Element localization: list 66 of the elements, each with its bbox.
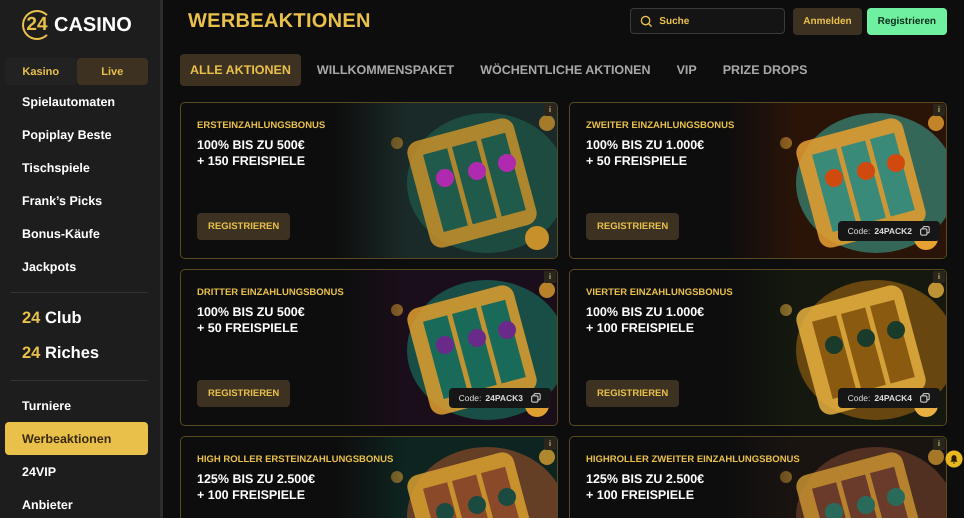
- filter-tab[interactable]: VIP: [666, 54, 707, 86]
- copy-icon[interactable]: [920, 393, 930, 403]
- login-button[interactable]: Anmelden: [793, 8, 862, 34]
- filter-tab[interactable]: WILLKOMMENSPAKET: [306, 54, 464, 86]
- mode-tab[interactable]: Kasino: [5, 58, 76, 85]
- nav-item[interactable]: Popiplay Beste: [5, 118, 148, 151]
- nav-item[interactable]: Bonus-Käufe: [5, 217, 148, 250]
- promo-title: HIGH ROLLER ERSTEINZAHLUNGSBONUS: [197, 454, 394, 465]
- filter-tab[interactable]: ALLE AKTIONEN: [180, 54, 301, 86]
- logo[interactable]: 24 CASINO: [22, 10, 160, 40]
- code-tag[interactable]: Code: 24PACK4: [838, 388, 940, 408]
- promo-offer: 125% BIS ZU 2.500€: [586, 471, 706, 487]
- promo-offer: + 50 FREISPIELE: [197, 320, 300, 336]
- code-label: Code:: [458, 393, 482, 403]
- search-icon: [640, 15, 654, 28]
- promo-offer: + 100 FREISPIELE: [197, 487, 306, 503]
- copy-icon[interactable]: [531, 393, 541, 403]
- promo-code: 24PACK2: [874, 226, 912, 236]
- info-badge[interactable]: i: [544, 438, 556, 450]
- promo-title: ZWEITER EINZAHLUNGSBONUS: [586, 120, 736, 131]
- info-badge[interactable]: i: [933, 438, 945, 450]
- promo-offer: 100% BIS ZU 500€: [197, 137, 306, 153]
- promo-offer: + 100 FREISPIELE: [586, 487, 696, 503]
- nav-item[interactable]: Frank’s Picks: [5, 184, 148, 217]
- mode-tab[interactable]: Live: [76, 58, 148, 85]
- nav-item[interactable]: Werbeaktionen: [5, 422, 148, 455]
- nav-item[interactable]: Spielautomaten: [5, 85, 148, 118]
- bell-icon[interactable]: [945, 450, 963, 468]
- code-label: Code:: [848, 226, 870, 236]
- nav-item[interactable]: 24VIP: [5, 455, 148, 488]
- promo-offer: 100% BIS ZU 500€: [197, 304, 306, 320]
- register-button[interactable]: Registrieren: [866, 8, 947, 34]
- filter-tab[interactable]: PRIZE DROPS: [712, 54, 818, 86]
- promo-title: VIERTER EINZAHLUNGSBONUS: [586, 287, 734, 298]
- info-badge[interactable]: i: [933, 104, 945, 116]
- promo-offer: + 150 FREISPIELE: [197, 153, 306, 169]
- info-badge[interactable]: i: [544, 271, 556, 283]
- register-button[interactable]: REGISTRIEREN: [586, 380, 680, 407]
- promo-offer: 100% BIS ZU 1.000€: [586, 304, 706, 320]
- club-link[interactable]: 24 Club: [0, 301, 160, 336]
- copy-icon[interactable]: [920, 226, 930, 236]
- nav-item[interactable]: Tischspiele: [5, 151, 148, 184]
- register-button[interactable]: REGISTRIEREN: [197, 213, 290, 240]
- register-button[interactable]: REGISTRIEREN: [197, 380, 290, 407]
- promo-title: HIGHROLLER ZWEITER EINZAHLUNGSBONUS: [586, 454, 801, 465]
- promo-title: DRITTER EINZAHLUNGSBONUS: [197, 287, 345, 298]
- page-title: WERBEAKTIONEN: [188, 10, 372, 32]
- code-tag[interactable]: Code: 24PACK2: [838, 221, 940, 241]
- promo-offer: + 100 FREISPIELE: [586, 320, 696, 336]
- promo-code: 24PACK3: [485, 393, 523, 403]
- nav-item[interactable]: Jackpots: [5, 250, 148, 283]
- code-tag[interactable]: Code: 24PACK3: [448, 388, 551, 408]
- nav-item[interactable]: Turniere: [5, 389, 148, 422]
- promo-offer: 100% BIS ZU 1.000€: [586, 137, 706, 153]
- info-badge[interactable]: i: [544, 104, 556, 116]
- code-label: Code:: [848, 393, 870, 403]
- filter-tab[interactable]: WÖCHENTLICHE AKTIONEN: [470, 54, 661, 86]
- promo-offer: + 50 FREISPIELE: [586, 153, 688, 169]
- promo-offer: 125% BIS ZU 2.500€: [197, 471, 316, 487]
- promo-code: 24PACK4: [874, 393, 912, 403]
- register-button[interactable]: REGISTRIEREN: [586, 213, 680, 240]
- club-link[interactable]: 24 Riches: [0, 336, 160, 371]
- nav-item[interactable]: Anbieter: [5, 488, 148, 518]
- search-field[interactable]: Suche: [630, 8, 786, 34]
- info-badge[interactable]: i: [933, 271, 945, 283]
- promo-title: ERSTEINZAHLUNGSBONUS: [197, 120, 326, 131]
